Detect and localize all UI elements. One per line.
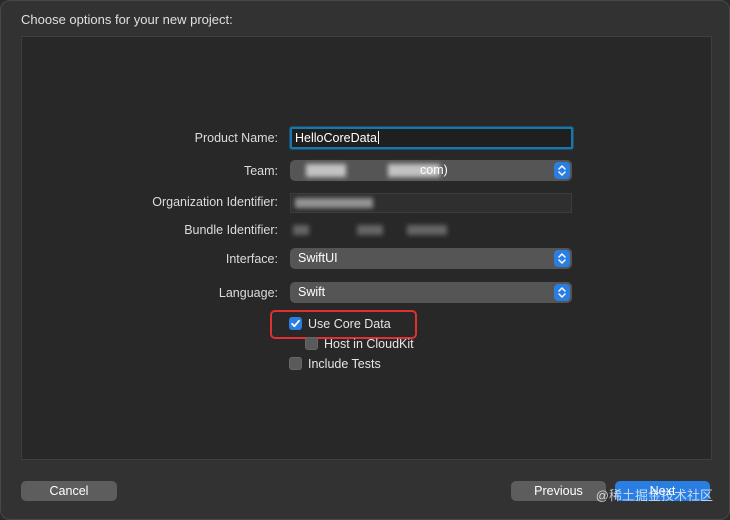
chevron-up-down-icon (554, 250, 570, 267)
interface-label: Interface: (225, 252, 278, 266)
redacted-bundle-part-2 (357, 225, 383, 235)
previous-button[interactable]: Previous (511, 481, 606, 501)
host-in-cloudkit-checkbox[interactable]: Host in CloudKit (305, 336, 414, 352)
language-label: Language: (218, 286, 278, 300)
checkmark-icon (289, 317, 302, 330)
redacted-bundle-part-3 (407, 225, 447, 235)
language-popup[interactable]: Swift (290, 282, 572, 303)
checkbox-empty-icon (305, 337, 318, 350)
team-popup[interactable]: com) (290, 160, 572, 181)
sheet-title: Choose options for your new project: (21, 12, 233, 27)
team-label: Team: (243, 164, 278, 178)
include-tests-label: Include Tests (308, 357, 381, 371)
interface-popup[interactable]: SwiftUI (290, 248, 572, 269)
team-value-suffix: com) (420, 163, 448, 177)
bundle-identifier-label: Bundle Identifier: (184, 223, 278, 237)
redacted-org-identifier (295, 198, 373, 208)
product-name-value: HelloCoreData (295, 131, 377, 145)
new-project-sheet: Choose options for your new project: Pro… (0, 0, 730, 520)
text-caret (377, 131, 379, 144)
include-tests-checkbox[interactable]: Include Tests (289, 356, 381, 372)
redacted-bundle-part-1 (293, 225, 309, 235)
redacted-team-name (306, 164, 346, 177)
use-core-data-checkbox[interactable]: Use Core Data (289, 316, 391, 332)
language-value: Swift (298, 285, 326, 299)
checkbox-empty-icon (289, 357, 302, 370)
watermark-text: @稀土掘金技术社区 (595, 488, 713, 503)
interface-value: SwiftUI (298, 251, 338, 265)
org-identifier-field[interactable] (290, 193, 572, 213)
use-core-data-label: Use Core Data (308, 317, 391, 331)
chevron-up-down-icon (554, 162, 570, 179)
product-name-field[interactable]: HelloCoreData (290, 127, 573, 149)
chevron-up-down-icon (554, 284, 570, 301)
cancel-button[interactable]: Cancel (21, 481, 117, 501)
product-name-label: Product Name: (194, 131, 278, 145)
host-in-cloudkit-label: Host in CloudKit (324, 337, 414, 351)
org-identifier-label: Organization Identifier: (152, 195, 278, 209)
